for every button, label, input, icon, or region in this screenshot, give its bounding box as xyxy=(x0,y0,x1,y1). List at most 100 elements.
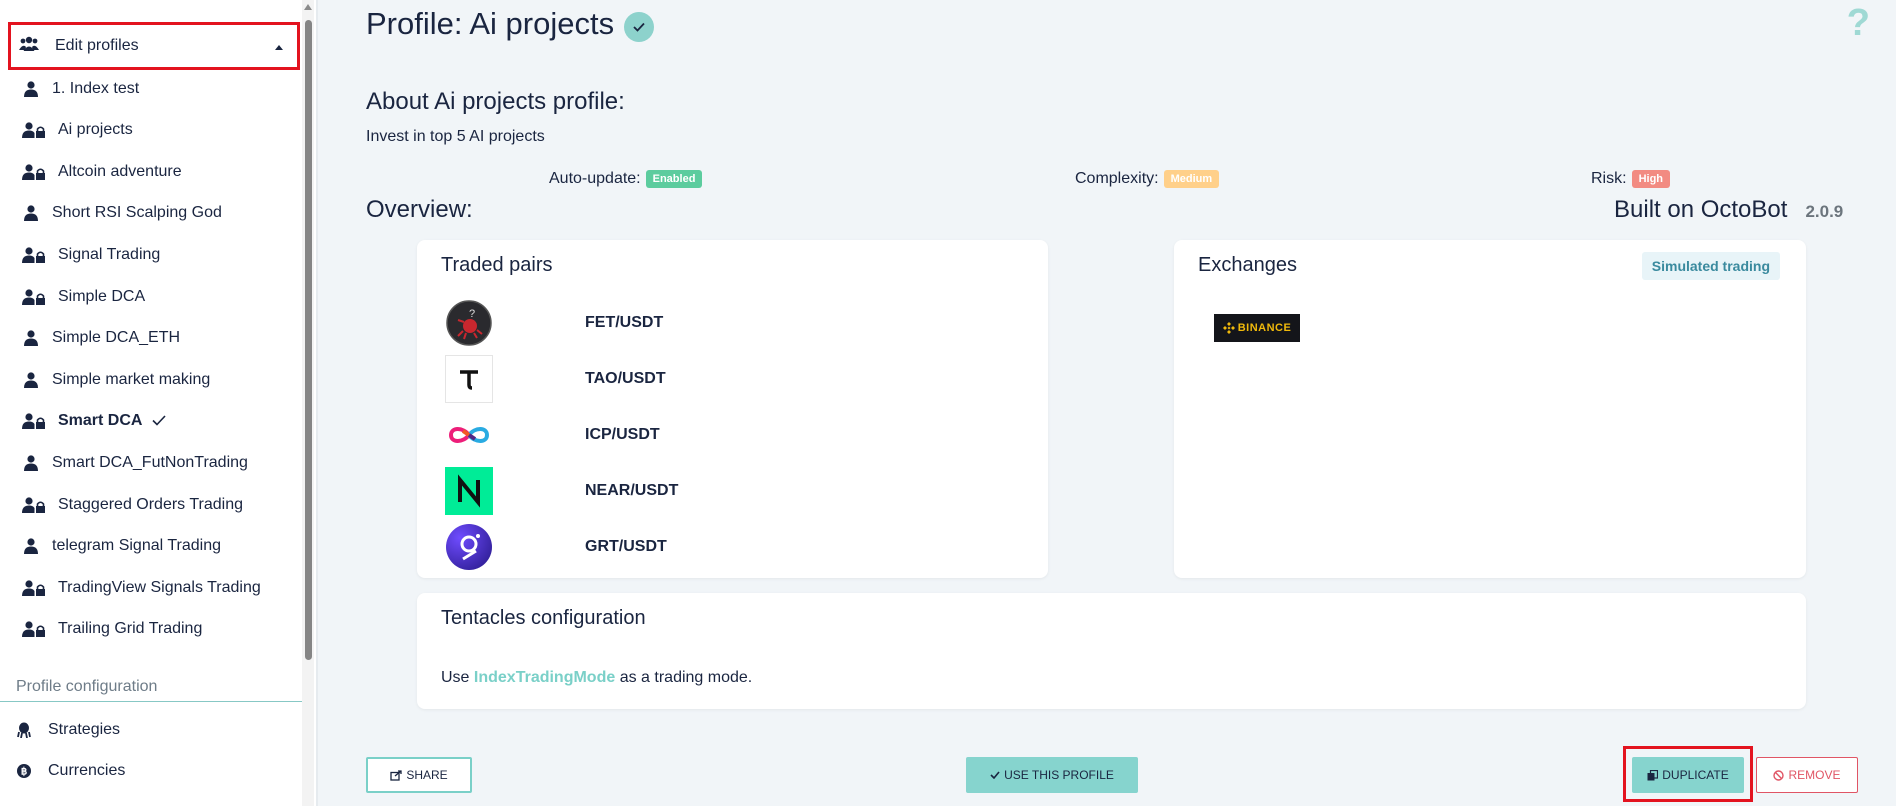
user-lock-icon xyxy=(20,621,48,637)
bitcoin-icon: ฿ xyxy=(16,764,32,778)
exchanges-title: Exchanges xyxy=(1198,254,1297,276)
sidebar-profile-item[interactable]: TradingView Signals Trading xyxy=(20,571,261,605)
near-logo-icon xyxy=(445,467,493,515)
user-icon xyxy=(20,330,42,346)
title-row: Profile: Ai projects xyxy=(366,6,655,42)
sidebar-profile-item[interactable]: Smart DCA xyxy=(20,404,167,438)
sidebar-profile-item[interactable]: Trailing Grid Trading xyxy=(20,612,202,646)
sidebar: Edit profiles 1. Index test Ai projects Al… xyxy=(0,0,318,806)
profile-label: 1. Index test xyxy=(52,80,140,97)
sidebar-profile-item[interactable]: telegram Signal Trading xyxy=(20,529,221,563)
page-title: Profile: Ai projects xyxy=(366,6,615,41)
sidebar-profile-item[interactable]: 1. Index test xyxy=(20,72,139,106)
auto-update-meta: Auto-update: Enabled xyxy=(549,170,703,188)
share-label: SHARE xyxy=(406,768,448,782)
binance-logo: BINANCE xyxy=(1214,314,1300,342)
edit-profiles-toggle[interactable]: Edit profiles xyxy=(8,22,300,70)
risk-label: Risk: xyxy=(1591,170,1627,187)
risk-badge: High xyxy=(1631,170,1671,188)
users-icon xyxy=(19,36,39,57)
auto-update-badge: Enabled xyxy=(645,170,703,188)
profile-label: Signal Trading xyxy=(58,246,161,263)
exchanges-card: Exchanges Simulated trading BINANCE xyxy=(1174,240,1806,578)
scroll-up-arrow-icon[interactable] xyxy=(304,4,312,10)
icp-logo-icon xyxy=(445,411,493,459)
remove-button[interactable]: REMOVE xyxy=(1756,757,1858,793)
selected-check-icon xyxy=(624,12,655,42)
user-lock-icon xyxy=(20,497,48,513)
user-lock-icon xyxy=(20,289,48,305)
profile-label: TradingView Signals Trading xyxy=(58,579,261,596)
tentacles-description: Use IndexTradingMode as a trading mode. xyxy=(441,669,752,687)
user-lock-icon xyxy=(20,580,48,596)
profile-label: Simple market making xyxy=(52,371,211,388)
scrollbar-thumb[interactable] xyxy=(305,20,312,660)
pair-name: TAO/USDT xyxy=(585,370,666,387)
pair-name: NEAR/USDT xyxy=(585,482,679,499)
sidebar-divider xyxy=(316,0,318,806)
pair-row: NEAR/USDT xyxy=(445,466,678,516)
profile-label: Smart DCA xyxy=(58,412,143,429)
strategies-label: Strategies xyxy=(48,721,121,738)
simulated-trading-badge: Simulated trading xyxy=(1641,252,1780,280)
overview-title: Overview: xyxy=(366,196,473,223)
currencies-label: Currencies xyxy=(48,762,126,779)
user-icon xyxy=(20,455,42,471)
built-on: Built on OctoBot 2.0.9 xyxy=(1614,196,1843,224)
use-this-profile-label: USE THIS PROFILE xyxy=(1004,768,1114,782)
sidebar-profile-item[interactable]: Altcoin adventure xyxy=(20,155,182,189)
share-button[interactable]: SHARE xyxy=(366,757,472,793)
sidebar-item-currencies[interactable]: ฿ Currencies xyxy=(16,756,125,786)
fet-logo-icon: ? xyxy=(445,299,493,347)
trading-mode-link[interactable]: IndexTradingMode xyxy=(474,669,615,686)
profile-label: Short RSI Scalping God xyxy=(52,204,222,221)
ban-icon xyxy=(1773,769,1785,781)
sidebar-profile-item[interactable]: Smart DCA_FutNonTrading xyxy=(20,446,248,480)
duplicate-button[interactable]: DUPLICATE xyxy=(1632,757,1744,793)
complexity-label: Complexity: xyxy=(1075,170,1159,187)
pair-row: ? FET/USDT xyxy=(445,298,663,348)
caret-up-icon xyxy=(275,45,283,50)
sidebar-profile-item[interactable]: Simple DCA_ETH xyxy=(20,321,180,355)
sidebar-profile-item[interactable]: Signal Trading xyxy=(20,238,160,272)
svg-text:฿: ฿ xyxy=(21,767,27,778)
main-content: Profile: Ai projects ? About Ai projects… xyxy=(342,0,1896,806)
pair-row: TAO/USDT xyxy=(445,354,666,404)
user-icon xyxy=(20,538,42,554)
user-lock-icon xyxy=(20,413,48,429)
profile-label: telegram Signal Trading xyxy=(52,537,221,554)
sidebar-profile-item[interactable]: Short RSI Scalping God xyxy=(20,196,222,230)
remove-label: REMOVE xyxy=(1788,768,1841,782)
version-label: 2.0.9 xyxy=(1805,202,1844,221)
user-icon xyxy=(20,81,42,97)
risk-meta: Risk: High xyxy=(1591,170,1671,188)
pair-name: GRT/USDT xyxy=(585,538,667,555)
sidebar-profile-item[interactable]: Simple DCA xyxy=(20,280,145,314)
user-lock-icon xyxy=(20,122,48,138)
sidebar-profile-item[interactable]: Staggered Orders Trading xyxy=(20,488,243,522)
binance-logo-text: BINANCE xyxy=(1237,322,1292,334)
copy-icon xyxy=(1647,769,1659,781)
profile-label: Smart DCA_FutNonTrading xyxy=(52,454,248,471)
binance-diamond-icon xyxy=(1222,322,1235,334)
pair-name: FET/USDT xyxy=(585,314,664,331)
profile-label: Simple DCA_ETH xyxy=(52,329,181,346)
duplicate-label: DUPLICATE xyxy=(1662,768,1729,782)
profile-label: Altcoin adventure xyxy=(58,163,182,180)
traded-pairs-card: Traded pairs ? FET/USDT TAO/USDT ICP/USD… xyxy=(417,240,1048,578)
edit-profiles-label: Edit profiles xyxy=(55,37,139,54)
svg-text:?: ? xyxy=(469,308,475,320)
tentacles-card: Tentacles configuration Use IndexTrading… xyxy=(417,593,1806,709)
octopus-icon xyxy=(16,722,32,738)
use-this-profile-button[interactable]: USE THIS PROFILE xyxy=(966,757,1138,793)
share-icon xyxy=(390,769,402,781)
section-divider xyxy=(0,701,302,702)
user-icon xyxy=(20,372,42,388)
sidebar-item-strategies[interactable]: Strategies xyxy=(16,715,120,745)
help-icon[interactable]: ? xyxy=(1847,2,1870,45)
profile-label: Ai projects xyxy=(58,121,133,138)
pair-row: GRT/USDT xyxy=(445,522,667,572)
sidebar-profile-item[interactable]: Simple market making xyxy=(20,363,210,397)
profile-description: Invest in top 5 AI projects xyxy=(366,128,545,145)
sidebar-profile-item[interactable]: Ai projects xyxy=(20,113,133,147)
